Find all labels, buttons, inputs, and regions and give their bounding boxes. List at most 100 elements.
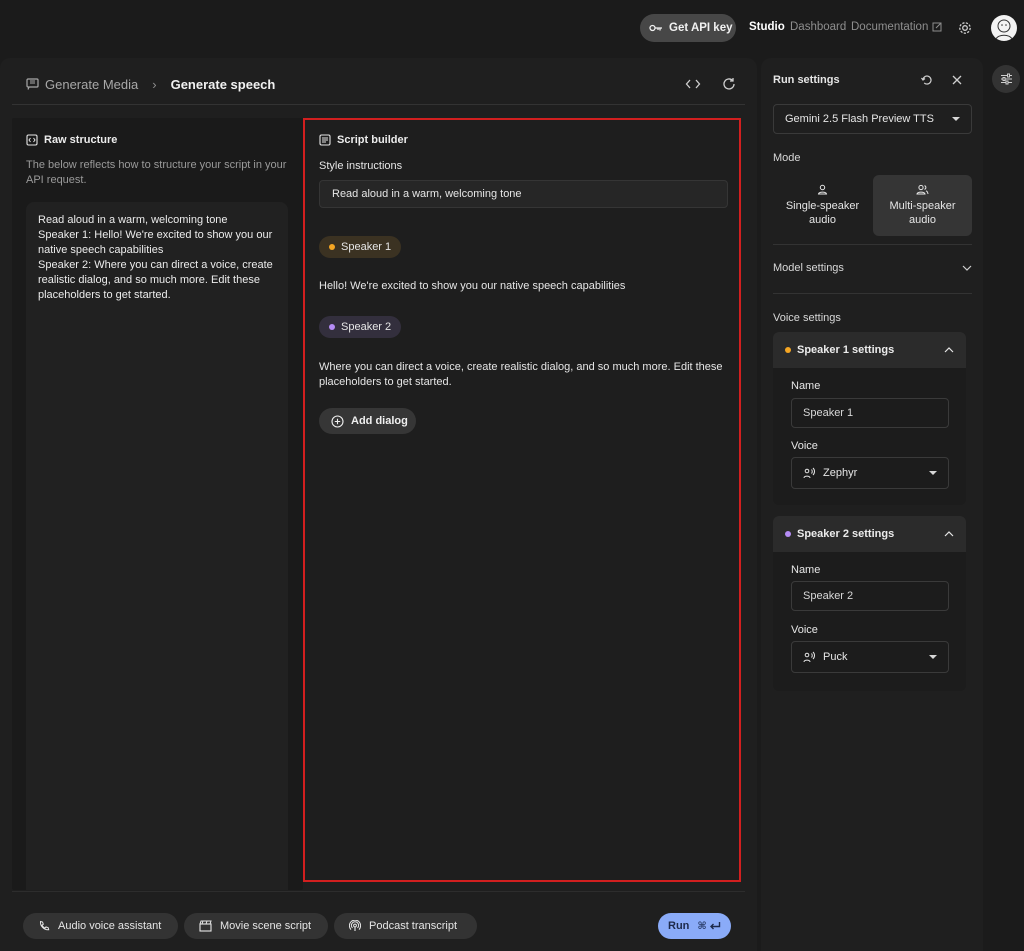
avatar-drawing-icon bbox=[995, 19, 1013, 40]
script-doc-icon bbox=[319, 134, 331, 146]
preset-label-1: Audio voice assistant bbox=[58, 920, 162, 932]
voice-icon bbox=[803, 467, 815, 479]
speaker-2-name-label: Name bbox=[791, 564, 821, 576]
gear-icon[interactable] bbox=[957, 20, 973, 36]
speaker-2-chip-label: Speaker 2 bbox=[341, 321, 392, 333]
script-builder-panel: Script builder Style instructions Read a… bbox=[303, 118, 741, 882]
breadcrumb-separator-icon: › bbox=[152, 76, 157, 92]
raw-structure-title: Raw structure bbox=[26, 134, 117, 146]
dropdown-arrow-icon bbox=[952, 117, 960, 121]
nav-studio[interactable]: Studio bbox=[749, 21, 785, 33]
preset-label-2: Movie scene script bbox=[220, 920, 312, 932]
speaker-2-voice-label: Voice bbox=[791, 624, 818, 636]
speaker-1-settings-header[interactable]: Speaker 1 settings bbox=[773, 332, 966, 368]
enter-icon bbox=[709, 922, 720, 930]
run-settings-panel: Run settings Gemini 2.5 Flash Preview TT… bbox=[761, 58, 983, 951]
command-key: ⌘ bbox=[697, 920, 707, 932]
script-builder-label: Script builder bbox=[337, 134, 408, 146]
reset-icon[interactable] bbox=[920, 73, 934, 87]
speaker-1-dialog[interactable]: Hello! We're excited to show you our nat… bbox=[319, 280, 625, 292]
chevron-up-icon bbox=[944, 347, 954, 353]
raw-structure-content: Read aloud in a warm, welcoming tone Spe… bbox=[26, 202, 288, 890]
speaker-1-settings-dot bbox=[785, 347, 791, 353]
run-shortcut: ⌘ bbox=[697, 921, 720, 932]
add-dialog-label: Add dialog bbox=[351, 415, 408, 427]
settings-divider bbox=[773, 244, 972, 245]
model-select[interactable]: Gemini 2.5 Flash Preview TTS bbox=[773, 104, 972, 134]
run-button[interactable]: Run ⌘ bbox=[658, 913, 731, 939]
style-instructions-input[interactable]: Read aloud in a warm, welcoming tone bbox=[319, 180, 728, 208]
nav-dashboard[interactable]: Dashboard bbox=[790, 21, 846, 33]
speaker-1-chip-label: Speaker 1 bbox=[341, 241, 392, 253]
external-link-icon bbox=[932, 22, 942, 32]
speaker-2-settings-card: Speaker 2 settings Name Speaker 2 Voice … bbox=[773, 516, 966, 691]
top-bar: Get API key Studio Dashboard Documentati… bbox=[0, 0, 1024, 56]
mode-single-label: Single-speaker audio bbox=[785, 200, 860, 226]
preset-label-3: Podcast transcript bbox=[369, 920, 458, 932]
speaker-1-name-label: Name bbox=[791, 380, 821, 392]
refresh-icon[interactable] bbox=[721, 76, 737, 92]
speaker-1-settings-card: Speaker 1 settings Name Speaker 1 Voice … bbox=[773, 332, 966, 505]
media-icon bbox=[26, 78, 39, 90]
voice-icon bbox=[803, 651, 815, 663]
add-dialog-button[interactable]: Add dialog bbox=[319, 408, 416, 434]
nav-documentation[interactable]: Documentation bbox=[851, 21, 942, 33]
settings-divider bbox=[773, 293, 972, 294]
speaker-1-voice-value: Zephyr bbox=[823, 467, 858, 479]
style-instructions-label: Style instructions bbox=[319, 160, 403, 172]
speaker-1-name-input[interactable]: Speaker 1 bbox=[791, 398, 949, 428]
breadcrumb-parent[interactable]: Generate Media bbox=[45, 77, 138, 92]
preset-movie-scene-script-button[interactable]: Movie scene script bbox=[184, 913, 328, 939]
speaker-2-voice-select[interactable]: Puck bbox=[791, 641, 949, 673]
preset-audio-voice-assistant-button[interactable]: Audio voice assistant bbox=[23, 913, 178, 939]
chevron-up-icon bbox=[944, 531, 954, 537]
breadcrumb: Generate Media › Generate speech bbox=[26, 76, 275, 92]
clapperboard-icon bbox=[199, 920, 212, 932]
phone-icon bbox=[39, 920, 50, 931]
speaker-1-dot bbox=[329, 244, 335, 250]
speaker-2-name-input[interactable]: Speaker 2 bbox=[791, 581, 949, 611]
speaker-1-voice-select[interactable]: Zephyr bbox=[791, 457, 949, 489]
person-icon bbox=[817, 184, 828, 195]
speaker-1-settings-title: Speaker 1 settings bbox=[797, 344, 895, 356]
header-divider bbox=[12, 104, 745, 105]
main-panel: Generate Media › Generate speech Raw str… bbox=[0, 58, 757, 951]
raw-structure-label: Raw structure bbox=[44, 134, 118, 146]
speaker-2-settings-header[interactable]: Speaker 2 settings bbox=[773, 516, 966, 552]
get-api-key-button[interactable]: Get API key bbox=[640, 14, 736, 42]
model-select-value: Gemini 2.5 Flash Preview TTS bbox=[785, 113, 934, 125]
speaker-1-voice-label: Voice bbox=[791, 440, 818, 452]
podcast-icon bbox=[349, 920, 361, 931]
page-title: Generate speech bbox=[170, 76, 276, 92]
model-settings-label: Model settings bbox=[773, 262, 844, 274]
tune-icon bbox=[1000, 73, 1012, 85]
dropdown-arrow-icon bbox=[929, 655, 937, 659]
preset-podcast-transcript-button[interactable]: Podcast transcript bbox=[334, 913, 477, 939]
run-label: Run bbox=[668, 920, 690, 932]
speaker-2-dialog[interactable]: Where you can direct a voice, create rea… bbox=[319, 360, 729, 390]
raw-structure-panel: Raw structure The below reflects how to … bbox=[12, 118, 303, 890]
get-api-key-label: Get API key bbox=[669, 22, 733, 34]
dropdown-arrow-icon bbox=[929, 471, 937, 475]
mode-single-speaker-button[interactable]: Single-speaker audio bbox=[773, 175, 872, 236]
mode-multi-speaker-button[interactable]: Multi-speaker audio bbox=[873, 175, 972, 236]
speaker-2-settings-dot bbox=[785, 531, 791, 537]
speaker-2-dot bbox=[329, 324, 335, 330]
brackets-doc-icon bbox=[26, 134, 38, 146]
speaker-2-chip[interactable]: Speaker 2 bbox=[319, 316, 402, 338]
speaker-1-chip[interactable]: Speaker 1 bbox=[319, 236, 402, 258]
mode-multi-label: Multi-speaker audio bbox=[889, 200, 956, 226]
code-icon[interactable] bbox=[685, 76, 701, 92]
footer-divider bbox=[12, 891, 745, 892]
model-settings-toggle[interactable]: Model settings bbox=[773, 254, 972, 282]
avatar[interactable] bbox=[991, 15, 1017, 41]
script-builder-title: Script builder bbox=[319, 134, 408, 146]
chevron-down-icon bbox=[962, 265, 972, 271]
close-icon[interactable] bbox=[950, 73, 964, 87]
speaker-2-voice-value: Puck bbox=[823, 651, 848, 663]
speaker-2-settings-title: Speaker 2 settings bbox=[797, 528, 895, 540]
nav-documentation-label: Documentation bbox=[851, 21, 929, 33]
tune-settings-button[interactable] bbox=[992, 65, 1020, 93]
mode-label: Mode bbox=[773, 152, 801, 164]
add-circle-icon bbox=[331, 414, 344, 428]
